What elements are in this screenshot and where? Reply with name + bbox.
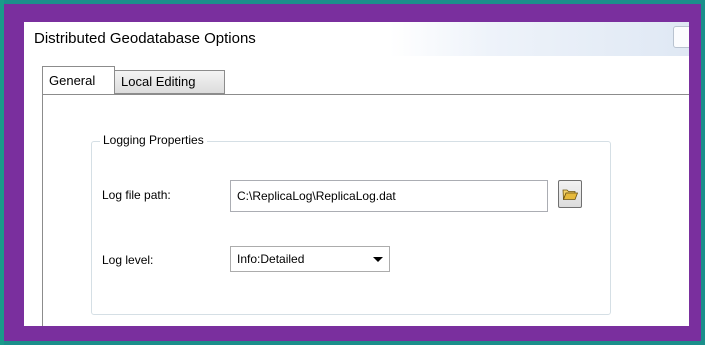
title-bar[interactable]: Distributed Geodatabase Options	[24, 22, 689, 56]
group-title: Logging Properties	[100, 133, 207, 147]
options-dialog: Distributed Geodatabase Options General …	[24, 22, 689, 326]
tab-local-editing[interactable]: Local Editing	[115, 70, 225, 94]
log-level-select[interactable]: Info:Detailed	[230, 246, 390, 272]
chevron-down-icon	[373, 257, 383, 262]
tab-general[interactable]: General	[42, 66, 115, 94]
log-file-path-input[interactable]	[230, 180, 548, 212]
window-title: Distributed Geodatabase Options	[34, 30, 256, 47]
log-level-value: Info:Detailed	[237, 252, 305, 266]
folder-open-icon	[562, 189, 578, 200]
log-file-path-label: Log file path:	[102, 188, 171, 202]
window-control-button[interactable]	[673, 26, 689, 48]
tab-panel-general: Logging Properties Log file path: Log le…	[42, 94, 689, 326]
browse-button[interactable]	[558, 180, 582, 208]
log-level-label: Log level:	[102, 253, 154, 267]
logging-properties-group: Logging Properties Log file path: Log le…	[91, 133, 611, 315]
tab-strip: General Local Editing	[42, 66, 689, 96]
